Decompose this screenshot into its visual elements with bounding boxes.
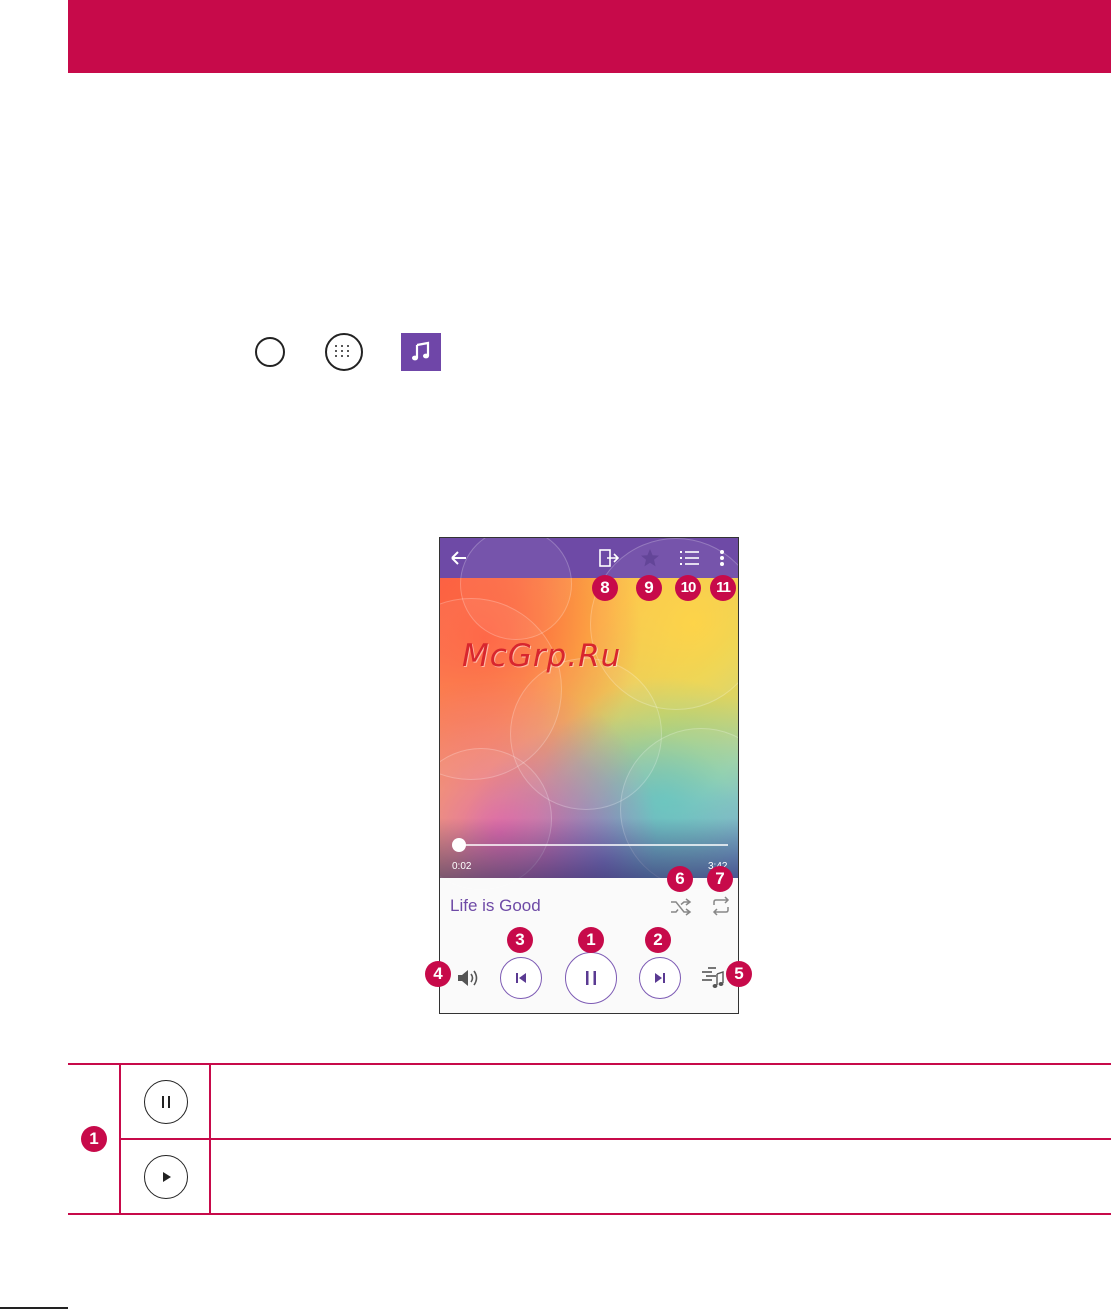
table-col-divider: [209, 1063, 211, 1215]
callout-repeat: 7: [707, 866, 733, 892]
progress-bar[interactable]: [458, 844, 728, 846]
pause-icon: [144, 1080, 188, 1124]
repeat-icon[interactable]: [710, 896, 732, 916]
pause-icon: [586, 971, 596, 985]
album-art-shade: [440, 818, 738, 878]
header-bar: [68, 0, 1111, 73]
elapsed-time: 0:02: [452, 861, 472, 872]
shuffle-icon[interactable]: [670, 898, 692, 916]
home-icon[interactable]: [255, 337, 285, 367]
volume-icon[interactable]: [456, 968, 480, 988]
callout-equalizer: 5: [726, 961, 752, 987]
pause-button[interactable]: [565, 952, 617, 1004]
callout-shuffle: 6: [667, 866, 693, 892]
next-button[interactable]: [639, 957, 681, 999]
music-note-icon[interactable]: [401, 333, 441, 371]
apps-icon[interactable]: [325, 333, 363, 371]
watermark: McGrp.Ru: [462, 638, 622, 674]
page-footer-rule: [0, 1307, 68, 1309]
progress-knob[interactable]: [452, 838, 466, 852]
equalizer-icon[interactable]: [702, 966, 726, 990]
callout-more: 11: [710, 575, 736, 601]
next-icon: [655, 973, 665, 983]
table-col-divider: [119, 1063, 121, 1215]
callout-favorite: 9: [636, 575, 662, 601]
callout-volume: 4: [425, 961, 451, 987]
callout-play-pause: 1: [578, 927, 604, 953]
album-art: McGrp.Ru 0:02 3:42: [440, 538, 738, 890]
previous-button[interactable]: [500, 957, 542, 999]
callout-share: 8: [592, 575, 618, 601]
callout-playlist: 10: [675, 575, 701, 601]
table-bottom-rule: [68, 1213, 1111, 1215]
play-icon: [144, 1155, 188, 1199]
table-top-rule: [68, 1063, 1111, 1065]
table-callout: 1: [81, 1126, 107, 1152]
callout-next: 2: [645, 927, 671, 953]
previous-icon: [516, 973, 526, 983]
table-row-divider: [121, 1138, 1111, 1140]
song-title: Life is Good: [450, 896, 541, 915]
callout-previous: 3: [507, 927, 533, 953]
